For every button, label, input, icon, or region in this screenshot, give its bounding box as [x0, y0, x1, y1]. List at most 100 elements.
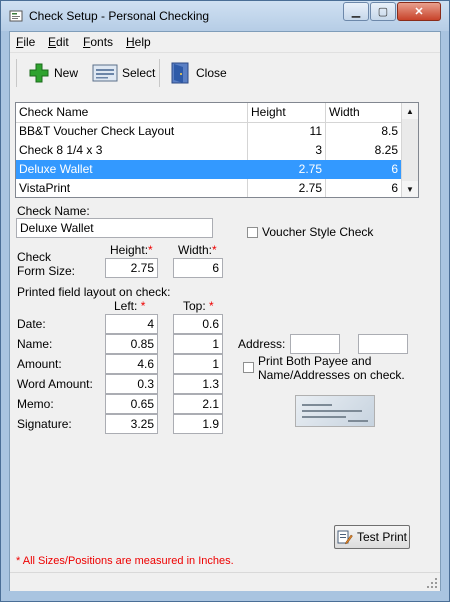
check-name-cell: Deluxe Wallet — [16, 160, 248, 179]
print-both-label-line1: Print Both Payee and — [258, 354, 372, 368]
toolbar-separator — [159, 59, 160, 87]
menu-bar: File Edit Fonts Help — [10, 32, 440, 53]
memo-left-input[interactable]: 0.65 — [105, 394, 158, 414]
minimize-icon: ▁ — [351, 6, 361, 18]
measurement-note: * All Sizes/Positions are measured in In… — [16, 555, 234, 567]
amount-label: Amount: — [17, 357, 62, 371]
check-form-size-label-line1: Check — [17, 250, 52, 264]
width-cell: 8.5 — [326, 122, 402, 141]
printed-layout-label: Printed field layout on check: — [17, 285, 171, 299]
close-icon: ✕ — [414, 6, 424, 18]
dialog-client-area: File Edit Fonts Help New Select Close Ch… — [9, 31, 441, 591]
top-header: Top: * — [183, 299, 214, 313]
name-top-input[interactable]: 1 — [173, 334, 223, 354]
check-name-input[interactable]: Deluxe Wallet — [16, 218, 213, 238]
table-vertical-scrollbar[interactable]: ▲ ▼ — [401, 103, 418, 197]
toolbar-separator — [16, 59, 17, 87]
checks-table[interactable]: Check Name Height Width BB&T Voucher Che… — [15, 102, 419, 198]
height-cell: 3 — [248, 141, 326, 160]
signature-left-input[interactable]: 3.25 — [105, 414, 158, 434]
column-header-check-name[interactable]: Check Name — [16, 103, 248, 122]
column-header-width[interactable]: Width — [326, 103, 402, 122]
table-row[interactable]: VistaPrint 2.75 6 — [16, 179, 402, 197]
memo-top-input[interactable]: 2.1 — [173, 394, 223, 414]
word-amount-top-input[interactable]: 1.3 — [173, 374, 223, 394]
required-marker: * — [209, 299, 214, 313]
width-cell: 8.25 — [326, 141, 402, 160]
amount-left-input[interactable]: 4.6 — [105, 354, 158, 374]
height-cell: 2.75 — [248, 179, 326, 197]
table-row[interactable]: Check 8 1/4 x 3 3 8.25 — [16, 141, 402, 160]
menu-help[interactable]: Help — [126, 35, 151, 49]
menu-edit[interactable]: Edit — [48, 35, 69, 49]
window-title: Check Setup - Personal Checking — [29, 9, 210, 23]
width-header: Width:* — [178, 243, 217, 257]
memo-label: Memo: — [17, 397, 54, 411]
scroll-up-arrow-icon[interactable]: ▲ — [402, 103, 418, 119]
table-row[interactable]: BB&T Voucher Check Layout 11 8.5 — [16, 122, 402, 141]
check-document-icon — [92, 64, 118, 82]
title-bar[interactable]: Check Setup - Personal Checking ▁ ▢ ✕ — [1, 1, 449, 31]
minimize-button[interactable]: ▁ — [343, 2, 369, 21]
form-height-input[interactable]: 2.75 — [105, 258, 158, 278]
date-left-input[interactable]: 4 — [105, 314, 158, 334]
scroll-down-arrow-icon[interactable]: ▼ — [402, 181, 418, 197]
form-width-input[interactable]: 6 — [173, 258, 223, 278]
height-cell: 2.75 — [248, 160, 326, 179]
left-header: Left: * — [114, 299, 146, 313]
address-label: Address: — [238, 337, 286, 351]
height-cell: 11 — [248, 122, 326, 141]
plus-icon — [29, 63, 49, 83]
edit-document-icon — [337, 530, 353, 545]
maximize-icon: ▢ — [377, 6, 389, 18]
amount-top-input[interactable]: 1 — [173, 354, 223, 374]
new-button-label: New — [54, 66, 79, 80]
close-button[interactable]: Close — [170, 59, 227, 87]
select-button-label: Select — [122, 66, 156, 80]
height-header: Height:* — [110, 243, 153, 257]
address-top-input[interactable] — [358, 334, 408, 354]
print-both-label-line2: Name/Addresses on check. — [258, 368, 405, 382]
voucher-style-label: Voucher Style Check — [262, 225, 374, 239]
test-print-button[interactable]: Test Print — [334, 525, 410, 549]
word-amount-left-input[interactable]: 0.3 — [105, 374, 158, 394]
menu-file[interactable]: File — [16, 35, 35, 49]
check-name-cell: VistaPrint — [16, 179, 248, 197]
maximize-button[interactable]: ▢ — [370, 2, 396, 21]
test-print-label: Test Print — [356, 530, 407, 544]
check-form-size-label-line2: Form Size: — [17, 264, 76, 278]
date-top-input[interactable]: 0.6 — [173, 314, 223, 334]
check-name-label: Check Name: — [17, 204, 90, 218]
check-name-cell: Check 8 1/4 x 3 — [16, 141, 248, 160]
signature-label: Signature: — [17, 417, 72, 431]
required-marker: * — [148, 243, 153, 257]
resize-grip-icon[interactable] — [426, 577, 438, 589]
checkbook-app-icon — [9, 10, 23, 22]
name-label: Name: — [17, 337, 53, 351]
date-label: Date: — [17, 317, 46, 331]
close-button-label: Close — [196, 66, 227, 80]
select-button[interactable]: Select — [92, 59, 155, 87]
toolbar: New Select Close — [10, 53, 440, 93]
check-preview-image — [295, 395, 375, 427]
check-name-cell: BB&T Voucher Check Layout — [16, 122, 248, 141]
width-cell: 6 — [326, 179, 402, 197]
table-header: Check Name Height Width — [16, 103, 402, 123]
door-exit-icon — [171, 62, 189, 84]
print-both-checkbox[interactable] — [243, 362, 254, 373]
voucher-style-checkbox[interactable] — [247, 227, 258, 238]
column-header-height[interactable]: Height — [248, 103, 326, 122]
app-window: Check Setup - Personal Checking ▁ ▢ ✕ Fi… — [0, 0, 450, 602]
word-amount-label: Word Amount: — [17, 377, 93, 391]
required-marker: * — [140, 299, 146, 313]
name-left-input[interactable]: 0.85 — [105, 334, 158, 354]
required-marker: * — [212, 243, 217, 257]
close-window-button[interactable]: ✕ — [397, 2, 441, 21]
width-cell: 6 — [326, 160, 402, 179]
address-left-input[interactable] — [290, 334, 340, 354]
menu-fonts[interactable]: Fonts — [83, 35, 113, 49]
signature-top-input[interactable]: 1.9 — [173, 414, 223, 434]
new-button[interactable]: New — [28, 59, 78, 87]
status-bar — [10, 572, 440, 591]
table-row-selected[interactable]: Deluxe Wallet 2.75 6 — [16, 160, 402, 179]
